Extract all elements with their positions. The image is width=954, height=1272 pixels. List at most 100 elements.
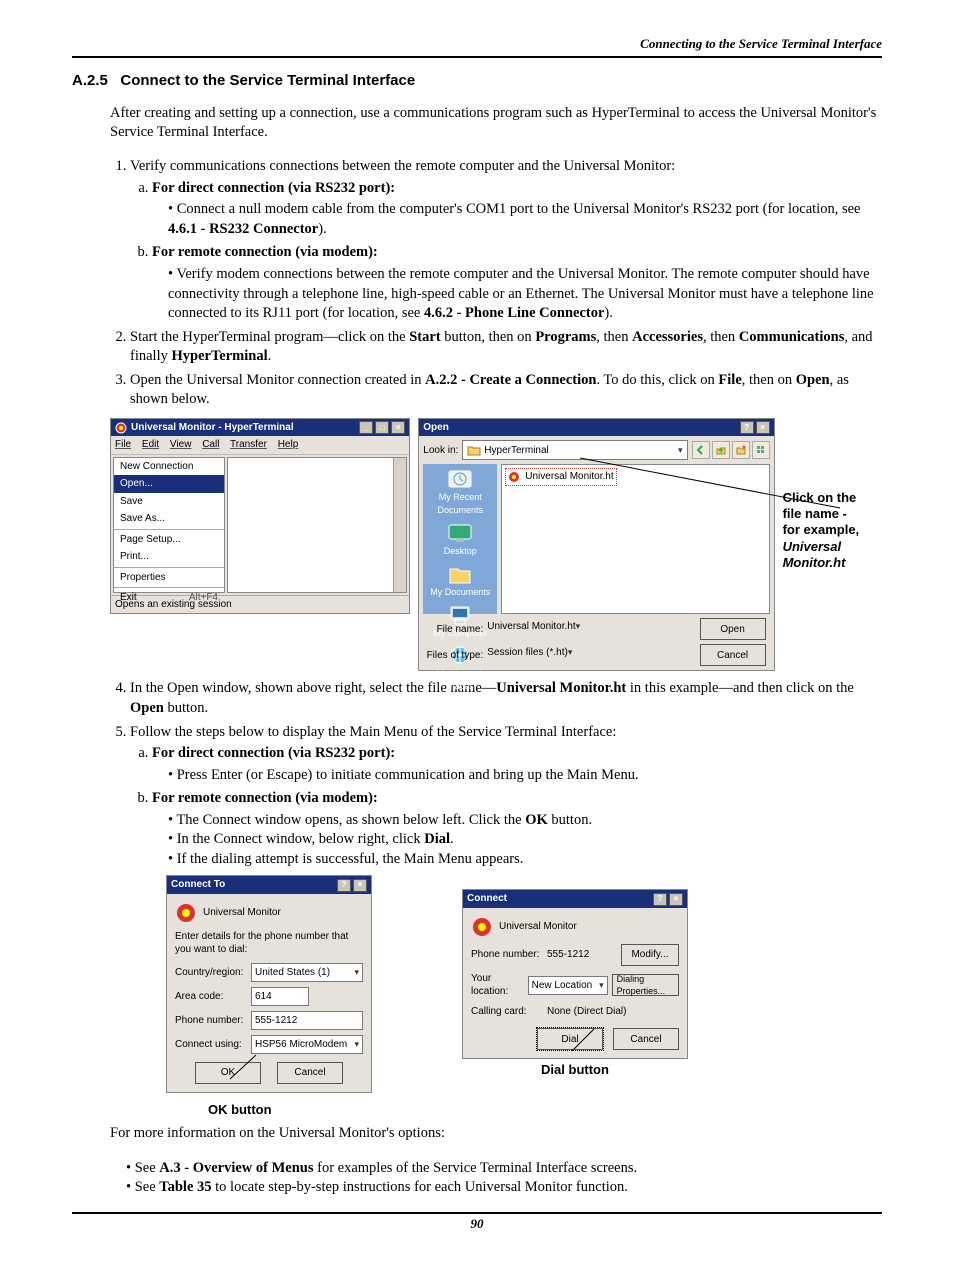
menu-file[interactable]: File — [115, 439, 131, 450]
phone-input[interactable]: 555-1212 — [251, 1011, 363, 1030]
ht-statusbar: Opens an existing session — [111, 595, 409, 614]
file-list[interactable]: Universal Monitor.ht — [501, 464, 769, 614]
dial-button[interactable]: Dial — [537, 1028, 603, 1050]
ht-title-text: Universal Monitor - HyperTerminal — [131, 421, 294, 435]
menu-edit[interactable]: Edit — [142, 439, 159, 450]
step5b-bullet1: The Connect window opens, as shown below… — [168, 811, 882, 831]
open-titlebar: Open ? × — [419, 419, 773, 437]
connect-using-combo[interactable]: HSP56 MicroModem▾ — [251, 1035, 363, 1054]
help-icon[interactable]: ? — [337, 879, 351, 892]
chevron-down-icon: ▾ — [678, 444, 683, 456]
file-menu-dropdown: New Connection Open... Save Save As... P… — [113, 457, 225, 593]
ht-app-icon — [115, 422, 127, 434]
menu-item-properties[interactable]: Properties — [114, 569, 224, 587]
modify-button[interactable]: Modify... — [621, 944, 679, 966]
minimize-icon[interactable]: _ — [359, 421, 373, 434]
menu-item-pagesetup[interactable]: Page Setup... — [114, 531, 224, 549]
running-header: Connecting to the Service Terminal Inter… — [72, 36, 882, 58]
area-label: Area code: — [175, 990, 247, 1004]
cancel-button[interactable]: Cancel — [613, 1028, 679, 1050]
open-dialog: Open ? × Look in: — [418, 418, 774, 672]
location-combo[interactable]: New Location▾ — [528, 976, 608, 995]
moreinfo-lead: For more information on the Universal Mo… — [110, 1124, 882, 1144]
filename-combo[interactable]: Universal Monitor.ht▾ — [487, 620, 695, 638]
step-3: Open the Universal Monitor connection cr… — [130, 371, 882, 410]
ht-titlebar: Universal Monitor - HyperTerminal _ □ × — [111, 419, 409, 437]
back-icon[interactable] — [692, 441, 710, 459]
close-icon[interactable]: × — [353, 879, 367, 892]
side-caption: Click on the file name - for example, Un… — [783, 418, 882, 571]
step1a-label: For direct connection (via RS232 port): — [152, 180, 395, 196]
menu-view[interactable]: View — [170, 439, 192, 450]
menu-item-new[interactable]: New Connection — [114, 458, 224, 476]
file-item-universal-monitor[interactable]: Universal Monitor.ht — [506, 469, 615, 485]
chevron-down-icon: ▾ — [568, 647, 573, 657]
connect-to-wrap: Connect To ? × Universal Monitor Enter d… — [166, 875, 372, 1118]
chevron-down-icon: ▾ — [354, 966, 359, 978]
menu-transfer[interactable]: Transfer — [230, 439, 267, 450]
dialing-properties-button[interactable]: Dialing Properties... — [612, 974, 679, 996]
body: After creating and setting up a connecti… — [72, 104, 882, 1198]
connect-dialog: Connect ? × Universal Monitor Phone numb… — [462, 889, 688, 1059]
connect-to-title: Connect To — [171, 878, 225, 892]
globe-icon — [471, 916, 493, 938]
open-title-text: Open — [423, 421, 449, 435]
place-mydocs[interactable]: My Documents — [425, 563, 495, 598]
cancel-button[interactable]: Cancel — [277, 1062, 343, 1084]
main-steps-cont: In the Open window, shown above right, s… — [110, 679, 882, 869]
cancel-button[interactable]: Cancel — [700, 644, 766, 666]
chevron-down-icon: ▾ — [599, 979, 604, 991]
help-icon[interactable]: ? — [653, 893, 667, 906]
figure-row-1: Universal Monitor - HyperTerminal _ □ × … — [110, 418, 882, 672]
country-combo[interactable]: United States (1)▾ — [251, 963, 363, 982]
place-desktop[interactable]: Desktop — [425, 522, 495, 557]
menu-item-open[interactable]: Open... — [114, 475, 224, 493]
country-label: Country/region: — [175, 966, 247, 980]
menu-call[interactable]: Call — [202, 439, 219, 450]
lookin-label: Look in: — [423, 444, 458, 458]
moreinfo-1: See A.3 - Overview of Menus for examples… — [126, 1159, 882, 1179]
menu-item-save[interactable]: Save — [114, 493, 224, 511]
menu-help[interactable]: Help — [278, 439, 299, 450]
c-card-label: Calling card: — [471, 1005, 543, 1019]
ht-menubar[interactable]: File Edit View Call Transfer Help — [111, 436, 409, 455]
up-folder-icon[interactable] — [712, 441, 730, 459]
step1a-bullet: Connect a null modem cable from the comp… — [168, 200, 882, 239]
step-2: Start the HyperTerminal program—click on… — [130, 328, 882, 367]
places-bar: My Recent Documents Desktop My Documents — [423, 464, 497, 614]
place-recent[interactable]: My Recent Documents — [425, 468, 495, 515]
maximize-icon[interactable]: □ — [375, 421, 389, 434]
step1-text: Verify communications connections betwee… — [130, 158, 675, 174]
open-button[interactable]: Open — [700, 618, 766, 640]
dial-caption: Dial button — [462, 1061, 688, 1079]
connect-to-name: Universal Monitor — [203, 906, 281, 920]
step-4: In the Open window, shown above right, s… — [130, 679, 882, 718]
views-icon[interactable] — [752, 441, 770, 459]
close-icon[interactable]: × — [756, 421, 770, 434]
session-file-icon — [508, 471, 522, 483]
new-folder-icon[interactable] — [732, 441, 750, 459]
c-phone-label: Phone number: — [471, 948, 543, 962]
chevron-down-icon: ▾ — [576, 621, 581, 631]
filename-label: File name: — [423, 623, 483, 637]
step5b-bullet3: If the dialing attempt is successful, th… — [168, 850, 882, 870]
menu-item-print[interactable]: Print... — [114, 548, 224, 566]
globe-icon — [175, 902, 197, 924]
step-1a: For direct connection (via RS232 port): … — [152, 179, 882, 240]
step-1b: For remote connection (via modem): Verif… — [152, 243, 882, 323]
help-icon[interactable]: ? — [740, 421, 754, 434]
hyperterminal-window: Universal Monitor - HyperTerminal _ □ × … — [110, 418, 410, 615]
ok-caption: OK button — [208, 1101, 372, 1119]
close-icon[interactable]: × — [669, 893, 683, 906]
area-input[interactable]: 614 — [251, 987, 309, 1006]
close-icon[interactable]: × — [391, 421, 405, 434]
menu-item-saveas[interactable]: Save As... — [114, 510, 224, 528]
ok-button[interactable]: OK — [195, 1062, 261, 1084]
chevron-down-icon: ▾ — [354, 1038, 359, 1050]
connect-to-dialog: Connect To ? × Universal Monitor Enter d… — [166, 875, 372, 1093]
lookin-combo[interactable]: HyperTerminal ▾ — [462, 440, 687, 460]
connect-using-label: Connect using: — [175, 1038, 247, 1052]
folder-icon — [467, 444, 481, 456]
moreinfo-list: See A.3 - Overview of Menus for examples… — [110, 1159, 882, 1198]
filetype-combo[interactable]: Session files (*.ht)▾ — [487, 646, 695, 664]
